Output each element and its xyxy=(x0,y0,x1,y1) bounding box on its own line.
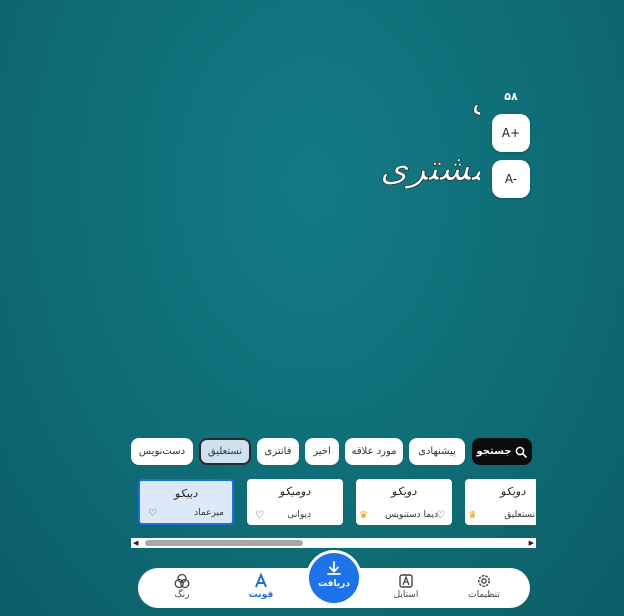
gear-icon xyxy=(478,575,490,587)
nav-font[interactable]: فونت xyxy=(231,572,291,600)
decrease-size-button[interactable]: A- xyxy=(492,160,530,198)
scroll-right-icon[interactable]: ▶ xyxy=(529,539,534,547)
font-sample: دومیکو xyxy=(279,485,311,498)
heart-icon[interactable]: ♡ xyxy=(148,508,157,519)
filter-chips: دست‌نویس نستعلیق فانتزی اخیر مورد علاقه … xyxy=(131,438,532,465)
color-circles-icon xyxy=(174,573,190,589)
font-card-dima-nastaliq[interactable]: دوبکو ♛ یما نستعلیق... xyxy=(465,479,536,525)
font-sample: دوبکو xyxy=(391,485,417,498)
font-card-mir-emad[interactable]: دیبکو ♡ میرعماد xyxy=(138,479,234,525)
chip-nastaliq[interactable]: نستعلیق xyxy=(199,438,251,465)
font-sample: دیبکو xyxy=(174,487,198,500)
font-card-dima-dastnevis[interactable]: دوبکو ♛ ♡ دیما دستنویس xyxy=(356,479,452,525)
nav-settings[interactable]: تنظیمات xyxy=(454,572,514,600)
nav-color-label: رنگ xyxy=(174,590,190,600)
font-sample: دوبکو xyxy=(500,485,526,498)
font-icon xyxy=(255,572,267,588)
font-name: دیوانی xyxy=(287,510,311,520)
nav-style[interactable]: استایل xyxy=(376,572,436,600)
search-button-label: جستجو xyxy=(476,446,512,457)
font-list: دیبکو ♡ میرعماد دومیکو ♡ دیوانی دوبکو ♛ … xyxy=(131,478,536,528)
preview-canvas: متن تبلیغاتی برای جذب مشتری xyxy=(380,84,624,190)
preview-line-1: متن تبلیغاتی برای جذب xyxy=(470,84,480,124)
font-name: دیما دستنویس xyxy=(385,510,438,520)
nav-style-label: استایل xyxy=(393,590,419,600)
font-name: میرعماد xyxy=(194,508,224,518)
chip-handwriting[interactable]: دست‌نویس xyxy=(131,438,193,465)
chip-fantasy[interactable]: فانتزی xyxy=(257,438,299,465)
crown-icon: ♛ xyxy=(468,510,477,521)
font-size-value: ۵۸ xyxy=(504,90,518,103)
download-icon xyxy=(327,561,341,575)
increase-size-button[interactable]: A+ xyxy=(492,114,530,152)
search-icon xyxy=(516,446,528,458)
style-icon xyxy=(399,574,413,588)
preview-line-2: مشتری xyxy=(380,148,480,189)
nav-color[interactable]: رنگ xyxy=(152,572,212,600)
download-button[interactable]: دریافت xyxy=(309,553,359,603)
chip-suggested[interactable]: پیشنهادی xyxy=(409,438,465,465)
download-label: دریافت xyxy=(318,579,350,589)
horizontal-scrollbar[interactable]: ◀ ▶ xyxy=(131,538,536,548)
scrollbar-thumb[interactable] xyxy=(145,540,303,546)
text-preview[interactable]: متن تبلیغاتی برای جذب مشتری xyxy=(150,45,624,245)
search-button[interactable]: جستجو xyxy=(472,438,532,465)
scroll-left-icon[interactable]: ◀ xyxy=(133,539,138,547)
font-card-divani[interactable]: دومیکو ♡ دیوانی xyxy=(247,479,343,525)
nav-settings-label: تنظیمات xyxy=(468,590,500,600)
font-name: یما نستعلیق... xyxy=(504,510,536,520)
crown-icon: ♛ xyxy=(359,510,368,521)
chip-recent[interactable]: اخیر xyxy=(305,438,339,465)
chip-favorites[interactable]: مورد علاقه xyxy=(345,438,403,465)
nav-font-label: فونت xyxy=(248,590,274,600)
heart-icon[interactable]: ♡ xyxy=(255,510,264,521)
